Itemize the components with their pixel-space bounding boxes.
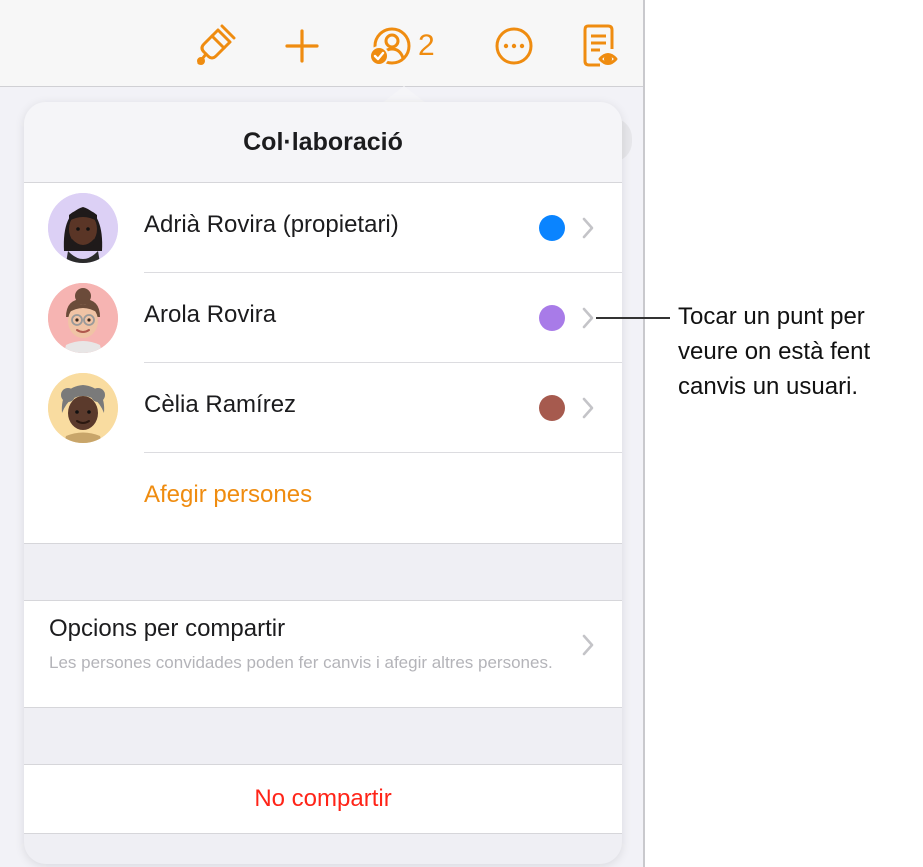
callout-leader-line: [596, 317, 670, 319]
insert-button[interactable]: [283, 22, 321, 70]
section-spacer: [24, 543, 622, 601]
collaboration-icon: [368, 24, 412, 68]
participant-name: Adrià Rovira (propietari): [144, 211, 399, 238]
participant-color-dot[interactable]: [539, 215, 565, 241]
avatar: [48, 193, 118, 263]
participant-name: Cèlia Ramírez: [144, 391, 297, 418]
popover-title: Col·laboració: [243, 127, 403, 156]
stop-sharing-row[interactable]: No compartir: [24, 765, 622, 834]
participant-row[interactable]: Cèlia Ramírez: [24, 363, 622, 453]
collaboration-popover: Col·laboració Adrià Rovira (propietari) …: [24, 102, 622, 864]
paintbrush-icon: [194, 24, 236, 68]
chevron-right-icon: [581, 633, 595, 662]
format-button[interactable]: [194, 22, 236, 70]
avatar: [48, 373, 118, 443]
section-spacer: [24, 707, 622, 765]
toolbar: 2: [0, 0, 643, 87]
share-options-row[interactable]: Opcions per compartir Les persones convi…: [24, 601, 622, 707]
reader-view-icon: [582, 23, 620, 69]
participants-list: Adrià Rovira (propietari) Arola Rovira C…: [24, 183, 622, 543]
chevron-right-icon: [581, 396, 595, 425]
participant-name: Arola Rovira: [144, 301, 277, 328]
popover-arrow: [382, 86, 426, 103]
participant-row[interactable]: Adrià Rovira (propietari): [24, 183, 622, 273]
more-button[interactable]: [494, 22, 534, 70]
share-options-description: Les persones convidades poden fer canvis…: [49, 653, 553, 672]
collaboration-button[interactable]: 2: [368, 22, 435, 70]
participant-color-dot[interactable]: [539, 395, 565, 421]
participant-color-dot[interactable]: [539, 305, 565, 331]
popover-header: Col·laboració: [24, 102, 622, 183]
add-people-row[interactable]: Afegir persones: [24, 453, 622, 543]
collaborator-count: 2: [418, 29, 435, 62]
avatar: [48, 283, 118, 353]
participant-row[interactable]: Arola Rovira: [24, 273, 622, 363]
stop-sharing-button[interactable]: No compartir: [254, 785, 391, 813]
chevron-right-icon: [581, 306, 595, 335]
add-people-button[interactable]: Afegir persones: [144, 453, 312, 537]
callout-line: Tocar un punt per: [678, 303, 865, 330]
callout-line: veure on està fent: [678, 338, 871, 365]
share-options-title: Opcions per compartir: [49, 615, 286, 642]
reader-view-button[interactable]: [582, 22, 620, 70]
callout-annotation: Tocar un punt per veure on està fent can…: [678, 299, 923, 404]
more-icon: [494, 26, 534, 66]
chevron-right-icon: [581, 216, 595, 245]
ipad-screen: 2 Col·laboració Adrià Rovira (propietari…: [0, 0, 645, 867]
plus-icon: [283, 27, 321, 65]
callout-line: canvis un usuari.: [678, 373, 859, 400]
